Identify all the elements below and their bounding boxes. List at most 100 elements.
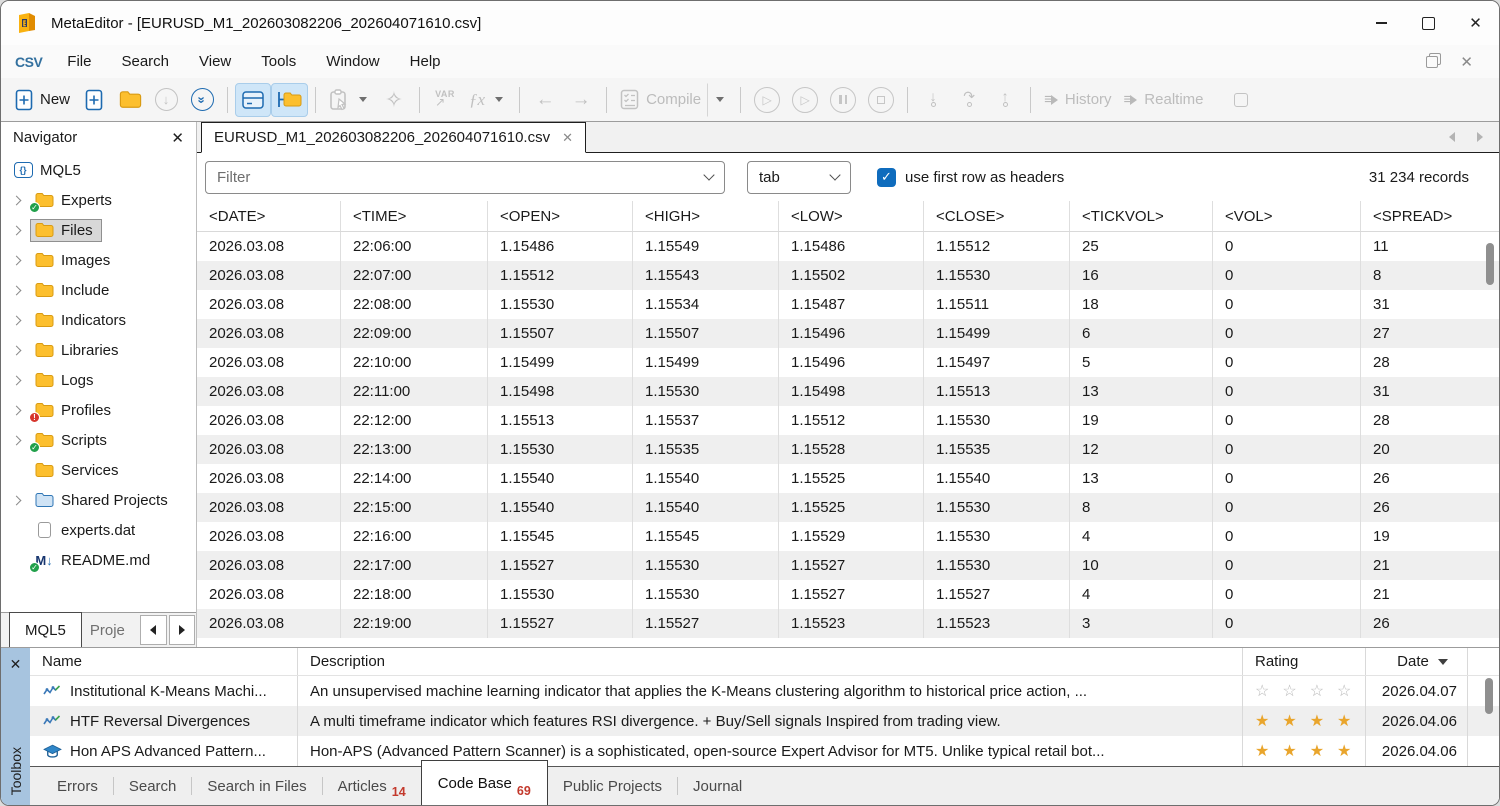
nav-item-profiles[interactable]: !Profiles	[1, 395, 196, 425]
toolbox-tab-articles[interactable]: Articles14	[323, 767, 421, 805]
menu-help[interactable]: Help	[395, 53, 456, 70]
nav-item-logs[interactable]: Logs	[1, 365, 196, 395]
menu-window[interactable]: Window	[311, 53, 394, 70]
codebase-row-htf-reversal-divergences[interactable]: HTF Reversal DivergencesA multi timefram…	[30, 706, 1499, 736]
csv-data-row[interactable]: 2026.03.0822:17:001.155271.155301.155271…	[197, 551, 1499, 580]
csv-column-header-spread[interactable]: <SPREAD>	[1361, 201, 1479, 231]
tree-expand-chevron-icon[interactable]	[13, 347, 30, 354]
navigate-forward-button[interactable]: →	[563, 83, 599, 117]
compile-button[interactable]: Compile	[614, 83, 707, 117]
minimize-button[interactable]	[1358, 1, 1405, 45]
tree-expand-chevron-icon[interactable]	[13, 437, 30, 444]
fx-dropdown-arrow[interactable]	[495, 97, 503, 102]
column-header-name[interactable]: Name	[30, 648, 298, 675]
stop-button[interactable]	[862, 83, 900, 117]
csv-data-row[interactable]: 2026.03.0822:15:001.155401.155401.155251…	[197, 493, 1499, 522]
tree-expand-chevron-icon[interactable]	[13, 407, 30, 414]
tree-expand-chevron-icon[interactable]	[13, 227, 30, 234]
tree-expand-chevron-icon[interactable]	[13, 197, 30, 204]
toolbox-tab-errors[interactable]: Errors	[42, 767, 113, 805]
nav-item-experts[interactable]: ✓Experts	[1, 185, 196, 215]
filter-dropdown-chevron-icon[interactable]	[703, 169, 714, 180]
navigator-close-icon[interactable]: ✕	[171, 129, 184, 147]
ai-assistant-button[interactable]: ✧	[376, 83, 412, 117]
open-folder-button[interactable]	[112, 83, 148, 117]
first-row-headers-option[interactable]: ✓ use first row as headers	[877, 168, 1064, 187]
column-header-description[interactable]: Description	[298, 648, 1243, 675]
csv-column-header-date[interactable]: <DATE>	[197, 201, 341, 231]
csv-column-header-vol[interactable]: <VOL>	[1213, 201, 1361, 231]
toolbox-tab-public-projects[interactable]: Public Projects	[548, 767, 677, 805]
function-search-button[interactable]: ƒx	[463, 83, 512, 117]
menu-csv[interactable]: CSV	[13, 54, 52, 70]
csv-column-header-time[interactable]: <TIME>	[341, 201, 488, 231]
toolbox-tab-search[interactable]: Search	[114, 767, 192, 805]
nav-item-indicators[interactable]: Indicators	[1, 305, 196, 335]
tab-scroll-left-icon[interactable]	[1449, 132, 1455, 142]
window-mode-button[interactable]	[1223, 83, 1259, 117]
close-button[interactable]: ✕	[1452, 1, 1499, 45]
start-debug-button[interactable]: ▷	[748, 83, 786, 117]
nav-item-scripts[interactable]: ✓Scripts	[1, 425, 196, 455]
paste-button[interactable]	[323, 83, 376, 117]
nav-item-shared-projects[interactable]: Shared Projects	[1, 485, 196, 515]
csv-data-row[interactable]: 2026.03.0822:12:001.155131.155371.155121…	[197, 406, 1499, 435]
nav-item-images[interactable]: Images	[1, 245, 196, 275]
menu-file[interactable]: File	[52, 53, 106, 70]
first-row-headers-checkbox[interactable]: ✓	[877, 168, 896, 187]
nav-item-experts-dat[interactable]: experts.dat	[1, 515, 196, 545]
codebase-row-institutional-k-means-machi[interactable]: Institutional K-Means Machi...An unsuper…	[30, 676, 1499, 706]
csv-data-row[interactable]: 2026.03.0822:10:001.154991.154991.154961…	[197, 348, 1499, 377]
navigate-back-button[interactable]: ←	[527, 83, 563, 117]
csv-column-header-close[interactable]: <CLOSE>	[924, 201, 1070, 231]
maximize-button[interactable]	[1405, 1, 1452, 45]
new-button[interactable]: New	[9, 83, 76, 117]
paste-dropdown-arrow[interactable]	[359, 97, 367, 102]
toolbox-tab-search-in-files[interactable]: Search in Files	[192, 767, 321, 805]
csv-column-header-open[interactable]: <OPEN>	[488, 201, 633, 231]
step-into-button[interactable]: ↓	[915, 83, 951, 117]
delimiter-select[interactable]: tab	[747, 161, 851, 194]
csv-column-header-tickvol[interactable]: <TICKVOL>	[1070, 201, 1213, 231]
tree-expand-chevron-icon[interactable]	[13, 497, 30, 504]
toolbox-scrollbar[interactable]	[1483, 678, 1495, 758]
csv-data-row[interactable]: 2026.03.0822:19:001.155271.155271.155231…	[197, 609, 1499, 638]
step-over-button[interactable]: ↷	[951, 83, 987, 117]
csv-data-row[interactable]: 2026.03.0822:06:001.154861.155491.154861…	[197, 232, 1499, 261]
column-header-date[interactable]: Date	[1366, 648, 1468, 675]
menu-search[interactable]: Search	[106, 53, 184, 70]
nav-item-readme-md[interactable]: M↓✓README.md	[1, 545, 196, 575]
toolbox-close-icon[interactable]: ✕	[10, 656, 22, 673]
tree-expand-chevron-icon[interactable]	[13, 377, 30, 384]
toolbox-scrollbar-thumb[interactable]	[1485, 678, 1493, 714]
compile-dropdown-button[interactable]	[707, 83, 733, 117]
csv-data-row[interactable]: 2026.03.0822:18:001.155301.155301.155271…	[197, 580, 1499, 609]
variables-button[interactable]: VAR↗	[427, 83, 463, 117]
csv-column-header-high[interactable]: <HIGH>	[633, 201, 779, 231]
menu-view[interactable]: View	[184, 53, 246, 70]
csv-data-row[interactable]: 2026.03.0822:13:001.155301.155351.155281…	[197, 435, 1499, 464]
grid-scrollbar-thumb[interactable]	[1486, 243, 1494, 285]
csv-column-header-low[interactable]: <LOW>	[779, 201, 924, 231]
navigator-tab-scroll-right-button[interactable]	[169, 615, 196, 645]
play-button[interactable]: ▷	[786, 83, 824, 117]
nav-item-services[interactable]: Services	[1, 455, 196, 485]
tree-expand-chevron-icon[interactable]	[13, 317, 30, 324]
filter-combobox[interactable]: Filter	[205, 161, 725, 194]
csv-data-row[interactable]: 2026.03.0822:14:001.155401.155401.155251…	[197, 464, 1499, 493]
codebase-row-hon-aps-advanced-pattern[interactable]: Hon APS Advanced Pattern...Hon-APS (Adva…	[30, 736, 1499, 766]
navigator-tab-scroll-left-button[interactable]	[140, 615, 167, 645]
tree-expand-chevron-icon[interactable]	[13, 257, 30, 264]
nav-item-libraries[interactable]: Libraries	[1, 335, 196, 365]
toggle-navigator-button[interactable]	[271, 83, 308, 117]
csv-data-row[interactable]: 2026.03.0822:08:001.155301.155341.154871…	[197, 290, 1499, 319]
realtime-button[interactable]: ≡ Realtime	[1118, 83, 1210, 117]
toggle-editor-layout-button[interactable]	[235, 83, 271, 117]
menu-tools[interactable]: Tools	[246, 53, 311, 70]
navigator-tab-projects[interactable]: Proje	[82, 613, 139, 647]
navigator-tab-mql5[interactable]: MQL5	[9, 612, 82, 647]
toolbox-tab-code-base[interactable]: Code Base69	[421, 760, 548, 806]
toolbox-tab-journal[interactable]: Journal	[678, 767, 757, 805]
tab-close-icon[interactable]: ✕	[562, 130, 573, 146]
column-header-rating[interactable]: Rating	[1243, 648, 1366, 675]
